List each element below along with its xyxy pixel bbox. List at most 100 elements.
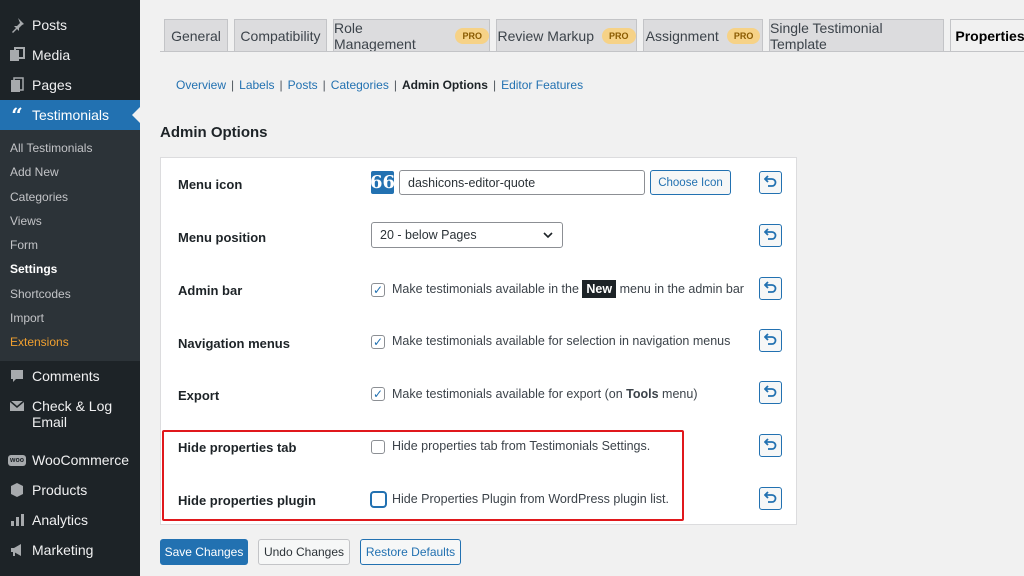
analytics-icon — [7, 510, 27, 530]
navigation-menus-checkbox[interactable]: ✓ — [371, 335, 385, 349]
sidebar-item-posts[interactable]: Posts — [0, 10, 140, 40]
save-changes-button[interactable]: Save Changes — [160, 539, 248, 565]
sidebar-item-label: Pages — [32, 77, 72, 93]
tab-divider — [160, 51, 1024, 52]
sidebar-item-media[interactable]: Media — [0, 40, 140, 70]
submenu-extensions[interactable]: Extensions — [10, 335, 69, 349]
subnav-overview[interactable]: Overview — [176, 78, 226, 92]
checkmark-icon: ✓ — [372, 387, 384, 401]
sidebar-item-label: Testimonials — [32, 107, 110, 123]
export-description: Make testimonials available for export (… — [392, 387, 697, 401]
subnav-separator: | — [322, 78, 326, 92]
export-checkbox[interactable]: ✓ — [371, 387, 385, 401]
reset-hide-properties-tab-button[interactable] — [759, 434, 782, 457]
export-tools-text: Tools — [626, 387, 659, 401]
pro-badge: PRO — [601, 27, 636, 44]
pages-icon — [7, 75, 27, 95]
tab-label: Role Management — [334, 19, 416, 52]
undo-icon — [763, 228, 777, 243]
tab-label: General — [171, 27, 221, 44]
sidebar-item-label: Comments — [32, 368, 100, 384]
reset-menu-position-button[interactable] — [759, 224, 782, 247]
admin-bar-description: Make testimonials available in the New m… — [392, 280, 744, 298]
subnav-separator: | — [279, 78, 283, 92]
submenu-all-testimonials[interactable]: All Testimonials — [10, 141, 92, 155]
section-title: Admin Options — [160, 124, 268, 141]
submenu-add-new[interactable]: Add New — [10, 165, 59, 179]
reset-navigation-menus-button[interactable] — [759, 329, 782, 352]
highlight-box — [162, 430, 684, 521]
section-subnav: Overview | Labels | Posts | Categories | Adm… — [176, 78, 583, 92]
sidebar-item-analytics[interactable]: Analytics — [0, 505, 140, 535]
sidebar-item-products[interactable]: Products — [0, 475, 140, 505]
sidebar-item-marketing[interactable]: Marketing — [0, 535, 140, 565]
sidebar-item-label: Products — [32, 482, 88, 498]
tab-review-markup[interactable]: Review Markup PRO — [496, 19, 637, 51]
export-text-after: menu) — [662, 387, 698, 401]
undo-icon — [763, 491, 777, 506]
chevron-down-icon — [542, 229, 554, 244]
admin-bar-text-after: menu in the admin bar — [619, 282, 744, 296]
undo-icon — [763, 281, 777, 296]
admin-sidebar: Posts Media Pages “ Testimonials All Tes… — [0, 0, 140, 576]
sidebar-item-testimonials[interactable]: “ Testimonials — [0, 100, 140, 130]
export-text-before: Make testimonials available for export (… — [392, 387, 623, 401]
subnav-separator: | — [492, 78, 497, 92]
submenu-form[interactable]: Form — [10, 238, 38, 252]
reset-menu-icon-button[interactable] — [759, 171, 782, 194]
submenu-shortcodes[interactable]: Shortcodes — [10, 287, 71, 301]
tab-label: Assignment — [645, 27, 719, 44]
new-badge: New — [582, 280, 617, 298]
pro-badge: PRO — [726, 27, 761, 44]
restore-defaults-button[interactable]: Restore Defaults — [360, 539, 461, 565]
tab-compatibility[interactable]: Compatibility — [234, 19, 327, 51]
undo-icon — [763, 333, 777, 348]
tab-assignment[interactable]: Assignment PRO — [643, 19, 763, 51]
subnav-separator: | — [393, 78, 397, 92]
sidebar-item-woocommerce[interactable]: woo WooCommerce — [0, 445, 140, 475]
reset-admin-bar-button[interactable] — [759, 277, 782, 300]
media-icon — [7, 45, 27, 65]
reset-hide-properties-plugin-button[interactable] — [759, 487, 782, 510]
tab-label: Single Testimonial Template — [770, 19, 883, 52]
subnav-admin-options[interactable]: Admin Options — [402, 78, 488, 92]
products-icon — [7, 480, 27, 500]
reset-export-button[interactable] — [759, 381, 782, 404]
menu-position-select[interactable]: 20 - below Pages — [371, 222, 563, 248]
tab-role-management[interactable]: Role Management PRO — [333, 19, 490, 52]
submenu-categories[interactable]: Categories — [10, 190, 68, 204]
checkmark-icon: ✓ — [372, 283, 384, 297]
sidebar-item-pages[interactable]: Pages — [0, 70, 140, 100]
pro-badge: PRO — [455, 27, 489, 44]
admin-bar-checkbox[interactable]: ✓ — [371, 283, 385, 297]
navigation-menus-description: Make testimonials available for selectio… — [392, 334, 731, 348]
navigation-menus-label: Navigation menus — [178, 336, 290, 351]
subnav-categories[interactable]: Categories — [331, 78, 389, 92]
submenu-settings[interactable]: Settings — [10, 262, 57, 276]
subnav-labels[interactable]: Labels — [239, 78, 274, 92]
sidebar-item-label: Media — [32, 47, 71, 63]
choose-icon-button[interactable]: Choose Icon — [650, 170, 731, 195]
sidebar-item-label: WooCommerce — [32, 452, 129, 468]
submenu-import[interactable]: Import — [10, 311, 44, 325]
tab-single-testimonial-template[interactable]: Single Testimonial Template — [769, 19, 944, 52]
check-log-line2: Email — [32, 414, 68, 430]
tab-properties[interactable]: Properties — [950, 19, 1024, 52]
sidebar-item-label: Posts — [32, 17, 68, 33]
checkmark-icon: ✓ — [372, 335, 384, 349]
sidebar-item-comments[interactable]: Comments — [0, 361, 140, 391]
subnav-posts[interactable]: Posts — [288, 78, 318, 92]
menu-position-label: Menu position — [178, 230, 267, 245]
subnav-separator: | — [231, 78, 235, 92]
sidebar-item-check-log-email[interactable]: Check & Log Email — [0, 392, 140, 434]
menu-icon-label: Menu icon — [178, 177, 243, 192]
woo-icon: woo — [7, 450, 27, 470]
tab-general[interactable]: General — [164, 19, 228, 51]
export-label: Export — [178, 388, 220, 403]
submenu-views[interactable]: Views — [10, 214, 42, 228]
menu-icon-input[interactable] — [399, 170, 645, 195]
sidebar-item-label: Analytics — [32, 512, 89, 528]
subnav-editor-features[interactable]: Editor Features — [501, 78, 583, 92]
undo-changes-button[interactable]: Undo Changes — [258, 539, 350, 565]
sidebar-item-label: Check & Log Email — [32, 398, 112, 430]
